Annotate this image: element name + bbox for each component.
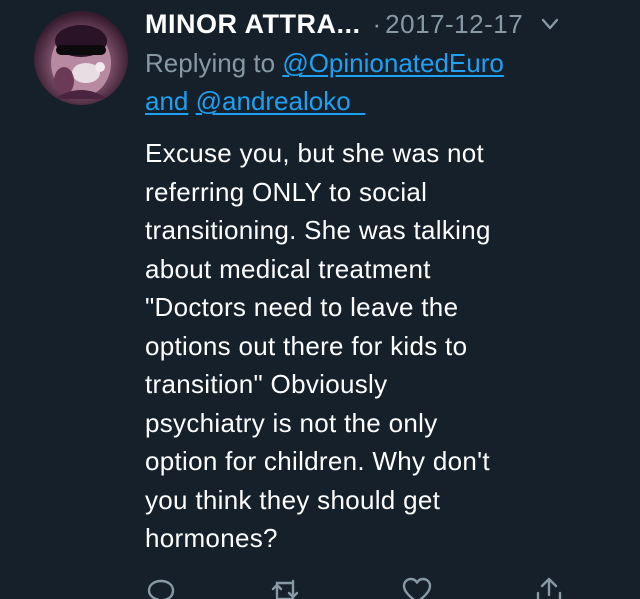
tweet-text-line: "Doctors need to leave the bbox=[145, 292, 459, 322]
retweet-icon[interactable] bbox=[269, 575, 301, 599]
separator: · bbox=[372, 8, 382, 39]
reply-icon[interactable] bbox=[145, 575, 177, 599]
tweet-text-line: referring ONLY to social bbox=[145, 176, 428, 207]
share-icon[interactable] bbox=[533, 575, 565, 599]
tweet-date[interactable]: 2017-12-17 bbox=[385, 9, 523, 40]
reply-joiner: and bbox=[145, 86, 189, 116]
tweet-text: Excuse you, but she was not referring ON… bbox=[145, 134, 615, 558]
reply-prefix: Replying to bbox=[145, 48, 276, 78]
tweet-text-line: hormones? bbox=[145, 523, 278, 553]
replying-to: Replying to @OpinionatedEuro and @andrea… bbox=[145, 44, 615, 120]
tweet-text-line: options out there for kids to bbox=[145, 330, 468, 361]
tweet-text-line: option for children. Why don't bbox=[145, 446, 490, 476]
avatar-image bbox=[51, 25, 111, 99]
tweet-text-line: about medical treatment bbox=[145, 253, 431, 284]
mention-link[interactable]: @OpinionatedEuro bbox=[282, 48, 504, 78]
action-bar bbox=[145, 575, 615, 599]
tweet-header: MINOR ATTRA... · 2017-12-17 bbox=[145, 6, 615, 42]
tweet[interactable]: MINOR ATTRA... · 2017-12-17 Replying to … bbox=[0, 0, 640, 599]
chevron-down-icon[interactable] bbox=[539, 13, 561, 35]
mention-link[interactable]: @andrealoko_ bbox=[196, 86, 366, 116]
tweet-text-line: transition" Obviously bbox=[145, 369, 388, 399]
avatar[interactable] bbox=[34, 11, 128, 105]
like-icon[interactable] bbox=[401, 575, 433, 599]
tweet-text-line: psychiatry is not the only bbox=[145, 407, 438, 438]
tweet-text-line: Excuse you, but she was not bbox=[145, 138, 485, 168]
author-name[interactable]: MINOR ATTRA... bbox=[145, 9, 360, 40]
tweet-text-line: you think they should get bbox=[145, 484, 441, 515]
tweet-text-line: transitioning. She was talking bbox=[145, 215, 491, 245]
